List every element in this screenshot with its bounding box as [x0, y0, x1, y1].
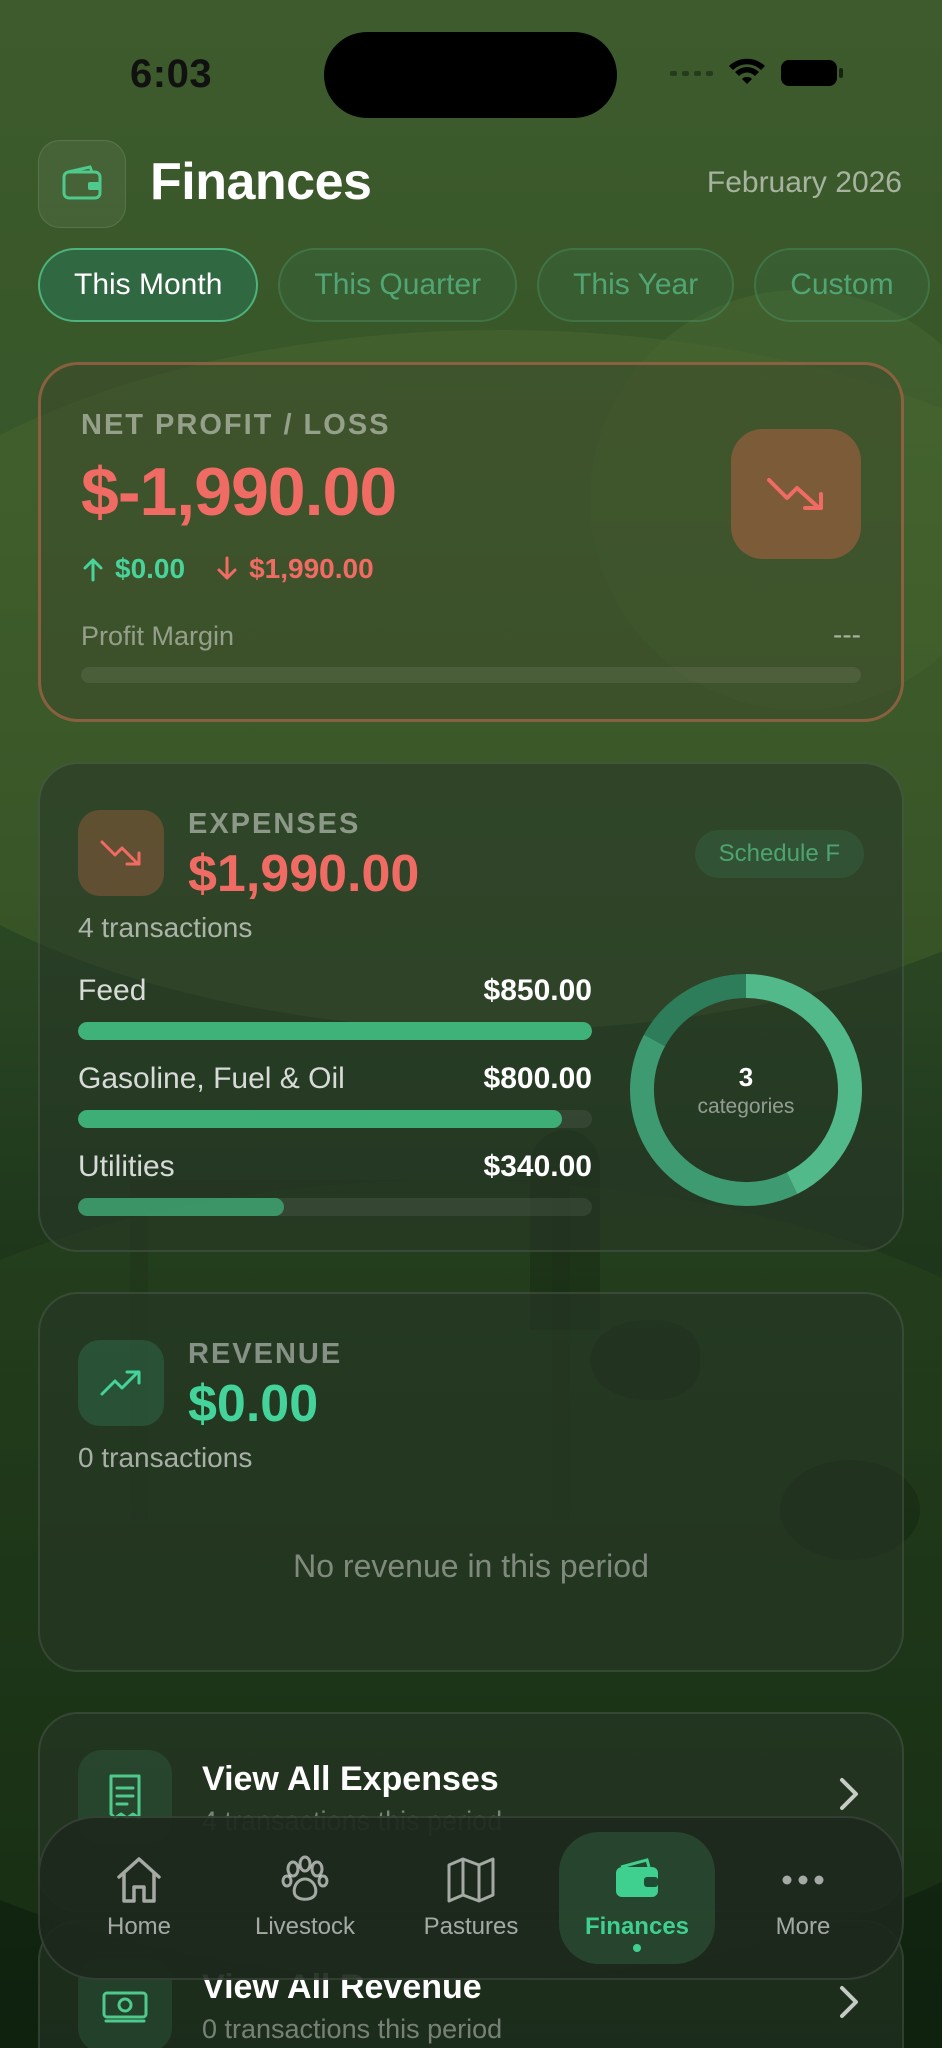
category-bar-fill — [78, 1198, 284, 1216]
category-amount: $850.00 — [483, 974, 592, 1007]
tab-label: Pastures — [423, 1913, 519, 1940]
receipt-icon — [109, 1774, 141, 1820]
page-title: Finances — [150, 153, 372, 211]
chip-this-quarter[interactable]: This Quarter — [278, 248, 518, 322]
expenses-tx-count: 4 transactions — [78, 912, 253, 943]
expenses-card[interactable]: EXPENSES $1,990.00 4 transactions Schedu… — [38, 762, 904, 1252]
donut-count: 3 — [738, 1061, 754, 1092]
category-amount: $800.00 — [483, 1062, 592, 1095]
wallet-icon — [62, 165, 102, 200]
donut-center: 3 categories — [628, 972, 864, 1208]
map-icon — [447, 1857, 495, 1903]
profit-margin-bar — [81, 667, 861, 683]
trend-down-tile — [731, 429, 861, 559]
paw-icon — [281, 1855, 329, 1901]
tab-livestock[interactable]: Livestock — [227, 1832, 383, 1964]
tab-label: Livestock — [254, 1913, 356, 1940]
wifi-icon — [729, 58, 765, 84]
net-profit-value: $-1,990.00 — [81, 454, 397, 530]
donut-label: categories — [697, 1094, 795, 1118]
chip-this-year[interactable]: This Year — [537, 248, 735, 322]
period-label: February 2026 — [706, 166, 902, 199]
chip-this-month[interactable]: This Month — [38, 248, 259, 322]
revenue-card[interactable]: REVENUE $0.00 0 transactions No revenue … — [38, 1292, 904, 1672]
tab-label: Home — [106, 1913, 172, 1940]
net-profit-label: NET PROFIT / LOSS — [81, 409, 391, 441]
arrow-up-icon — [83, 558, 103, 582]
home-icon — [117, 1857, 161, 1903]
battery-icon — [781, 60, 843, 86]
category-row-feed: Feed $850.00 — [78, 974, 592, 1040]
chevron-right-icon — [840, 1986, 858, 2018]
screen: 6:03 Finances February 2026 This Month T… — [0, 0, 942, 2048]
dynamic-island — [324, 32, 617, 118]
income-stat: $0.00 — [81, 553, 185, 585]
link-title: View All Expenses — [202, 1760, 499, 1798]
expenses-label: EXPENSES — [188, 808, 361, 840]
expenses-icon-tile — [78, 810, 164, 896]
tab-finances[interactable]: Finances — [559, 1832, 715, 1964]
income-value: $0.00 — [115, 553, 186, 584]
tab-home[interactable]: Home — [61, 1832, 217, 1964]
trend-down-icon — [100, 840, 141, 866]
category-amount: $340.00 — [483, 1150, 592, 1183]
trend-down-icon — [767, 478, 823, 510]
category-row-fuel: Gasoline, Fuel & Oil $800.00 — [78, 1062, 592, 1128]
expense-stat: $1,990.00 — [215, 553, 374, 585]
cash-icon — [102, 1991, 148, 2023]
schedule-f-badge[interactable]: Schedule F — [694, 830, 864, 878]
chevron-right-icon — [840, 1778, 858, 1810]
profit-margin-value: --- — [833, 619, 861, 650]
category-name: Feed — [78, 974, 147, 1007]
revenue-empty-message: No revenue in this period — [293, 1548, 649, 1584]
tab-pastures[interactable]: Pastures — [393, 1832, 549, 1964]
tab-more[interactable]: More — [725, 1832, 881, 1964]
wallet-button[interactable] — [38, 140, 126, 228]
revenue-total: $0.00 — [188, 1375, 319, 1433]
net-stats: $0.00 $1,990.00 — [81, 553, 374, 585]
tab-label: More — [775, 1913, 831, 1940]
chip-custom[interactable]: Custom — [754, 248, 930, 322]
trend-up-icon — [100, 1370, 141, 1396]
expenses-total: $1,990.00 — [188, 845, 420, 903]
more-icon — [782, 1875, 824, 1885]
revenue-label: REVENUE — [188, 1338, 343, 1370]
category-row-utilities: Utilities $340.00 — [78, 1150, 592, 1216]
category-bar-fill — [78, 1110, 562, 1128]
category-name: Utilities — [78, 1150, 175, 1183]
link-subtitle: 0 transactions this period — [202, 2014, 503, 2044]
category-bar-fill — [78, 1022, 592, 1040]
revenue-tx-count: 0 transactions — [78, 1442, 253, 1473]
arrow-down-icon — [217, 556, 237, 580]
tab-label: Finances — [584, 1913, 690, 1940]
status-icons — [670, 58, 843, 88]
revenue-icon-tile — [78, 1340, 164, 1426]
status-time: 6:03 — [130, 52, 213, 96]
expense-value: $1,990.00 — [249, 553, 374, 584]
wallet-icon — [616, 1858, 658, 1897]
period-filter-chips: This Month This Quarter This Year Custom — [38, 248, 930, 322]
category-name: Gasoline, Fuel & Oil — [78, 1062, 345, 1095]
net-profit-card[interactable]: NET PROFIT / LOSS $-1,990.00 $0.00 $1,99… — [38, 362, 904, 722]
tab-bar: Home Livestock Pastures Finances More — [38, 1816, 904, 1980]
cellular-icon — [670, 70, 713, 76]
active-tab-indicator — [633, 1944, 641, 1952]
profit-margin-label: Profit Margin — [81, 621, 235, 651]
